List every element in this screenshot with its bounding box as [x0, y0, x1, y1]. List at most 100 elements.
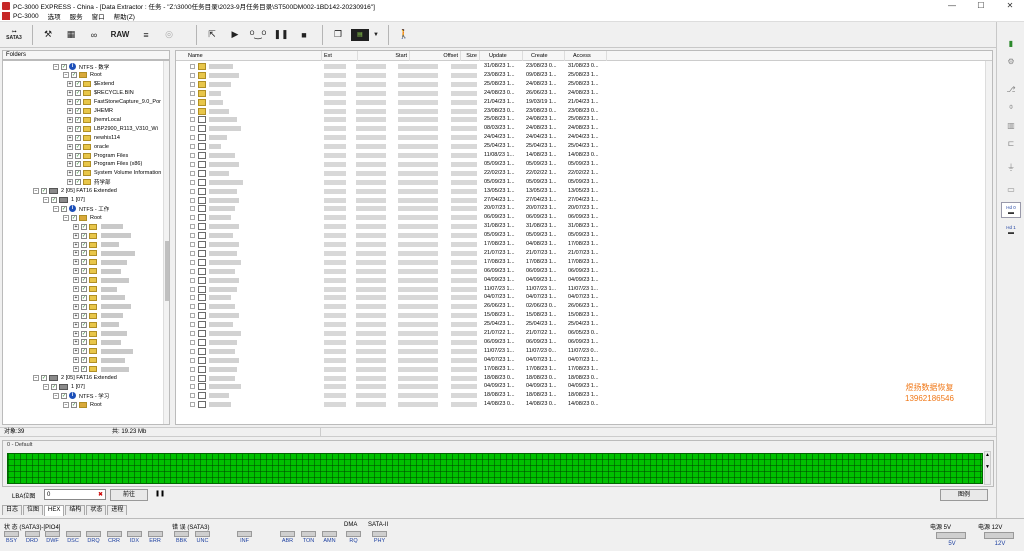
pipe-icon[interactable]: ⊏ — [1001, 136, 1021, 150]
table-row[interactable]: 17/08/23 1... 04/08/23 1... 17/08/23 1... — [176, 240, 992, 249]
row-checkbox[interactable] — [190, 250, 195, 256]
col-create[interactable]: Create — [523, 51, 565, 61]
folder-tree[interactable]: − ✓ i NTFS - 数学 − ✓ Root + ✓ $Extend + ✓ $RECYCLE.BI… — [2, 60, 170, 425]
expand-toggle-icon[interactable]: + — [73, 357, 79, 364]
col-access[interactable]: Access — [565, 51, 607, 61]
menu-item-service[interactable]: 服务 — [70, 11, 83, 21]
table-row[interactable]: 20/07/23 1... 20/07/23 1... 20/07/23 1... — [176, 204, 992, 213]
tree-node[interactable]: − ✓ 1 [07] — [43, 382, 85, 391]
tab-1[interactable]: 位图 — [23, 505, 44, 515]
tree-node[interactable]: + ✓ — [73, 249, 135, 258]
row-checkbox[interactable] — [190, 81, 195, 87]
tree-node[interactable]: + ✓ $RECYCLE.BIN — [67, 89, 134, 98]
lba-input[interactable]: 0 ✖ — [44, 489, 106, 500]
menu-item-pc3000[interactable]: PC-3000 — [13, 13, 39, 20]
close-button[interactable]: ✕ — [996, 0, 1024, 11]
table-row[interactable]: 23/08/23 0... 23/08/23 0... 23/08/23 0... — [176, 107, 992, 116]
expand-toggle-icon[interactable]: + — [73, 366, 79, 373]
col-size[interactable]: Size — [436, 51, 480, 61]
chart-icon[interactable]: ▥ — [1001, 118, 1021, 132]
table-row[interactable]: 04/07/23 1... 04/07/23 1... 04/07/23 1... — [176, 356, 992, 365]
legend-button[interactable]: 图例 — [940, 489, 988, 501]
bicycle-button[interactable]: ᴼ‿ᴼ — [248, 25, 268, 45]
row-checkbox[interactable] — [190, 313, 195, 319]
tree-node[interactable]: + ✓ — [73, 267, 121, 276]
table-row[interactable]: 11/07/23 1... 11/07/23 0... 11/07/23 0... — [176, 347, 992, 356]
expand-toggle-icon[interactable]: + — [73, 321, 79, 328]
node-checkbox[interactable]: ✓ — [81, 330, 87, 337]
tree-node[interactable]: + ✓ jhemrLocal — [67, 115, 121, 124]
node-checkbox[interactable]: ✓ — [71, 214, 77, 221]
expand-toggle-icon[interactable]: + — [67, 116, 73, 123]
row-checkbox[interactable] — [190, 393, 195, 399]
tree-icon[interactable]: ⎇ — [1001, 82, 1021, 96]
row-checkbox[interactable] — [190, 286, 195, 292]
node-checkbox[interactable]: ✓ — [81, 223, 87, 230]
expand-toggle-icon[interactable]: + — [73, 339, 79, 346]
tree-node[interactable]: − ✓ Root — [63, 71, 102, 80]
table-row[interactable]: 18/08/23 1... 18/08/23 1... 18/08/23 1... — [176, 391, 992, 400]
node-checkbox[interactable]: ✓ — [75, 99, 81, 106]
row-checkbox[interactable] — [190, 153, 195, 158]
expand-toggle-icon[interactable]: + — [73, 303, 79, 310]
table-row[interactable]: 18/08/23 0... 18/08/23 0... 18/08/23 0... — [176, 374, 992, 383]
expand-toggle-icon[interactable]: − — [53, 205, 59, 212]
table-row[interactable]: 06/09/23 1... 06/09/23 1... 06/09/23 1... — [176, 338, 992, 347]
table-row[interactable]: 06/09/23 1... 06/09/23 1... 06/09/23 1... — [176, 213, 992, 222]
plug-icon[interactable]: ⏚ — [1001, 160, 1021, 174]
expand-toggle-icon[interactable]: + — [73, 250, 79, 257]
table-row[interactable]: 24/08/23 0... 26/06/23 1... 24/08/23 1... — [176, 89, 992, 98]
row-checkbox[interactable] — [190, 126, 195, 132]
row-checkbox[interactable] — [190, 259, 195, 265]
row-checkbox[interactable] — [190, 233, 195, 239]
expand-toggle-icon[interactable]: + — [73, 241, 79, 248]
row-checkbox[interactable] — [190, 64, 195, 69]
node-checkbox[interactable]: ✓ — [61, 63, 67, 70]
row-checkbox[interactable] — [190, 72, 195, 78]
table-row[interactable]: 15/08/23 1... 15/08/23 1... 15/08/23 1... — [176, 311, 992, 320]
row-checkbox[interactable] — [190, 90, 195, 96]
expand-toggle-icon[interactable]: + — [67, 161, 73, 168]
tree-node[interactable]: + ✓ oracle — [67, 142, 109, 151]
tree-node[interactable]: + ✓ newhis114 — [67, 133, 120, 142]
node-checkbox[interactable]: ✓ — [75, 116, 81, 123]
tree-node[interactable]: + ✓ — [73, 285, 117, 294]
expand-toggle-icon[interactable]: + — [67, 81, 73, 88]
expand-toggle-icon[interactable]: − — [33, 188, 39, 195]
table-row[interactable]: 11/07/23 1... 11/07/23 1... 11/07/23 1... — [176, 285, 992, 294]
row-checkbox[interactable] — [190, 197, 195, 203]
table-row[interactable]: 05/09/23 1... 05/09/23 1... 05/09/23 1... — [176, 231, 992, 240]
table-row[interactable]: 05/09/23 1... 05/09/23 1... 05/09/23 1... — [176, 178, 992, 187]
export-button[interactable]: ⇱ — [202, 25, 222, 45]
menu-item-window[interactable]: 窗口 — [92, 11, 105, 21]
expand-toggle-icon[interactable]: + — [67, 170, 73, 177]
tree-node[interactable]: + ✓ Program Files — [67, 151, 128, 160]
node-checkbox[interactable]: ✓ — [81, 312, 87, 319]
table-row[interactable]: 04/09/23 1... 04/09/23 1... 04/09/23 1... — [176, 276, 992, 285]
tab-2[interactable]: HEX — [44, 505, 65, 516]
tree-node[interactable]: + ✓ JHEMR — [67, 107, 113, 116]
tree-node[interactable]: − ✓ 2 [05] FAT16 Extended — [33, 374, 117, 383]
tree-node[interactable]: − ✓ Root — [63, 213, 102, 222]
row-checkbox[interactable] — [190, 357, 195, 363]
tree-node[interactable]: + ✓ — [73, 338, 121, 347]
file-list[interactable]: Name Ext Start Offset Size Update Create… — [175, 50, 993, 425]
play-button[interactable]: ▶ — [225, 25, 245, 45]
expand-toggle-icon[interactable]: + — [67, 90, 73, 97]
col-name[interactable]: Name — [186, 51, 322, 61]
sector-map-grid[interactable] — [7, 453, 983, 484]
tab-4[interactable]: 状态 — [86, 505, 107, 515]
node-checkbox[interactable]: ✓ — [81, 366, 87, 373]
expand-toggle-icon[interactable]: + — [73, 268, 79, 275]
node-checkbox[interactable]: ✓ — [81, 357, 87, 364]
node-checkbox[interactable]: ✓ — [81, 241, 87, 248]
tree-node[interactable]: + ✓ — [73, 258, 127, 267]
hd0-button[interactable]: Hd 0 ▬ — [1001, 202, 1021, 218]
node-checkbox[interactable]: ✓ — [61, 392, 67, 399]
walker-button[interactable]: 🚶 — [394, 25, 414, 45]
tab-0[interactable]: 日志 — [2, 505, 23, 515]
table-row[interactable]: 04/09/23 1... 04/09/23 1... 04/09/23 1... — [176, 382, 992, 391]
expand-toggle-icon[interactable]: + — [67, 125, 73, 132]
node-checkbox[interactable]: ✓ — [81, 321, 87, 328]
drive-icon[interactable]: ▭ — [1001, 182, 1021, 196]
